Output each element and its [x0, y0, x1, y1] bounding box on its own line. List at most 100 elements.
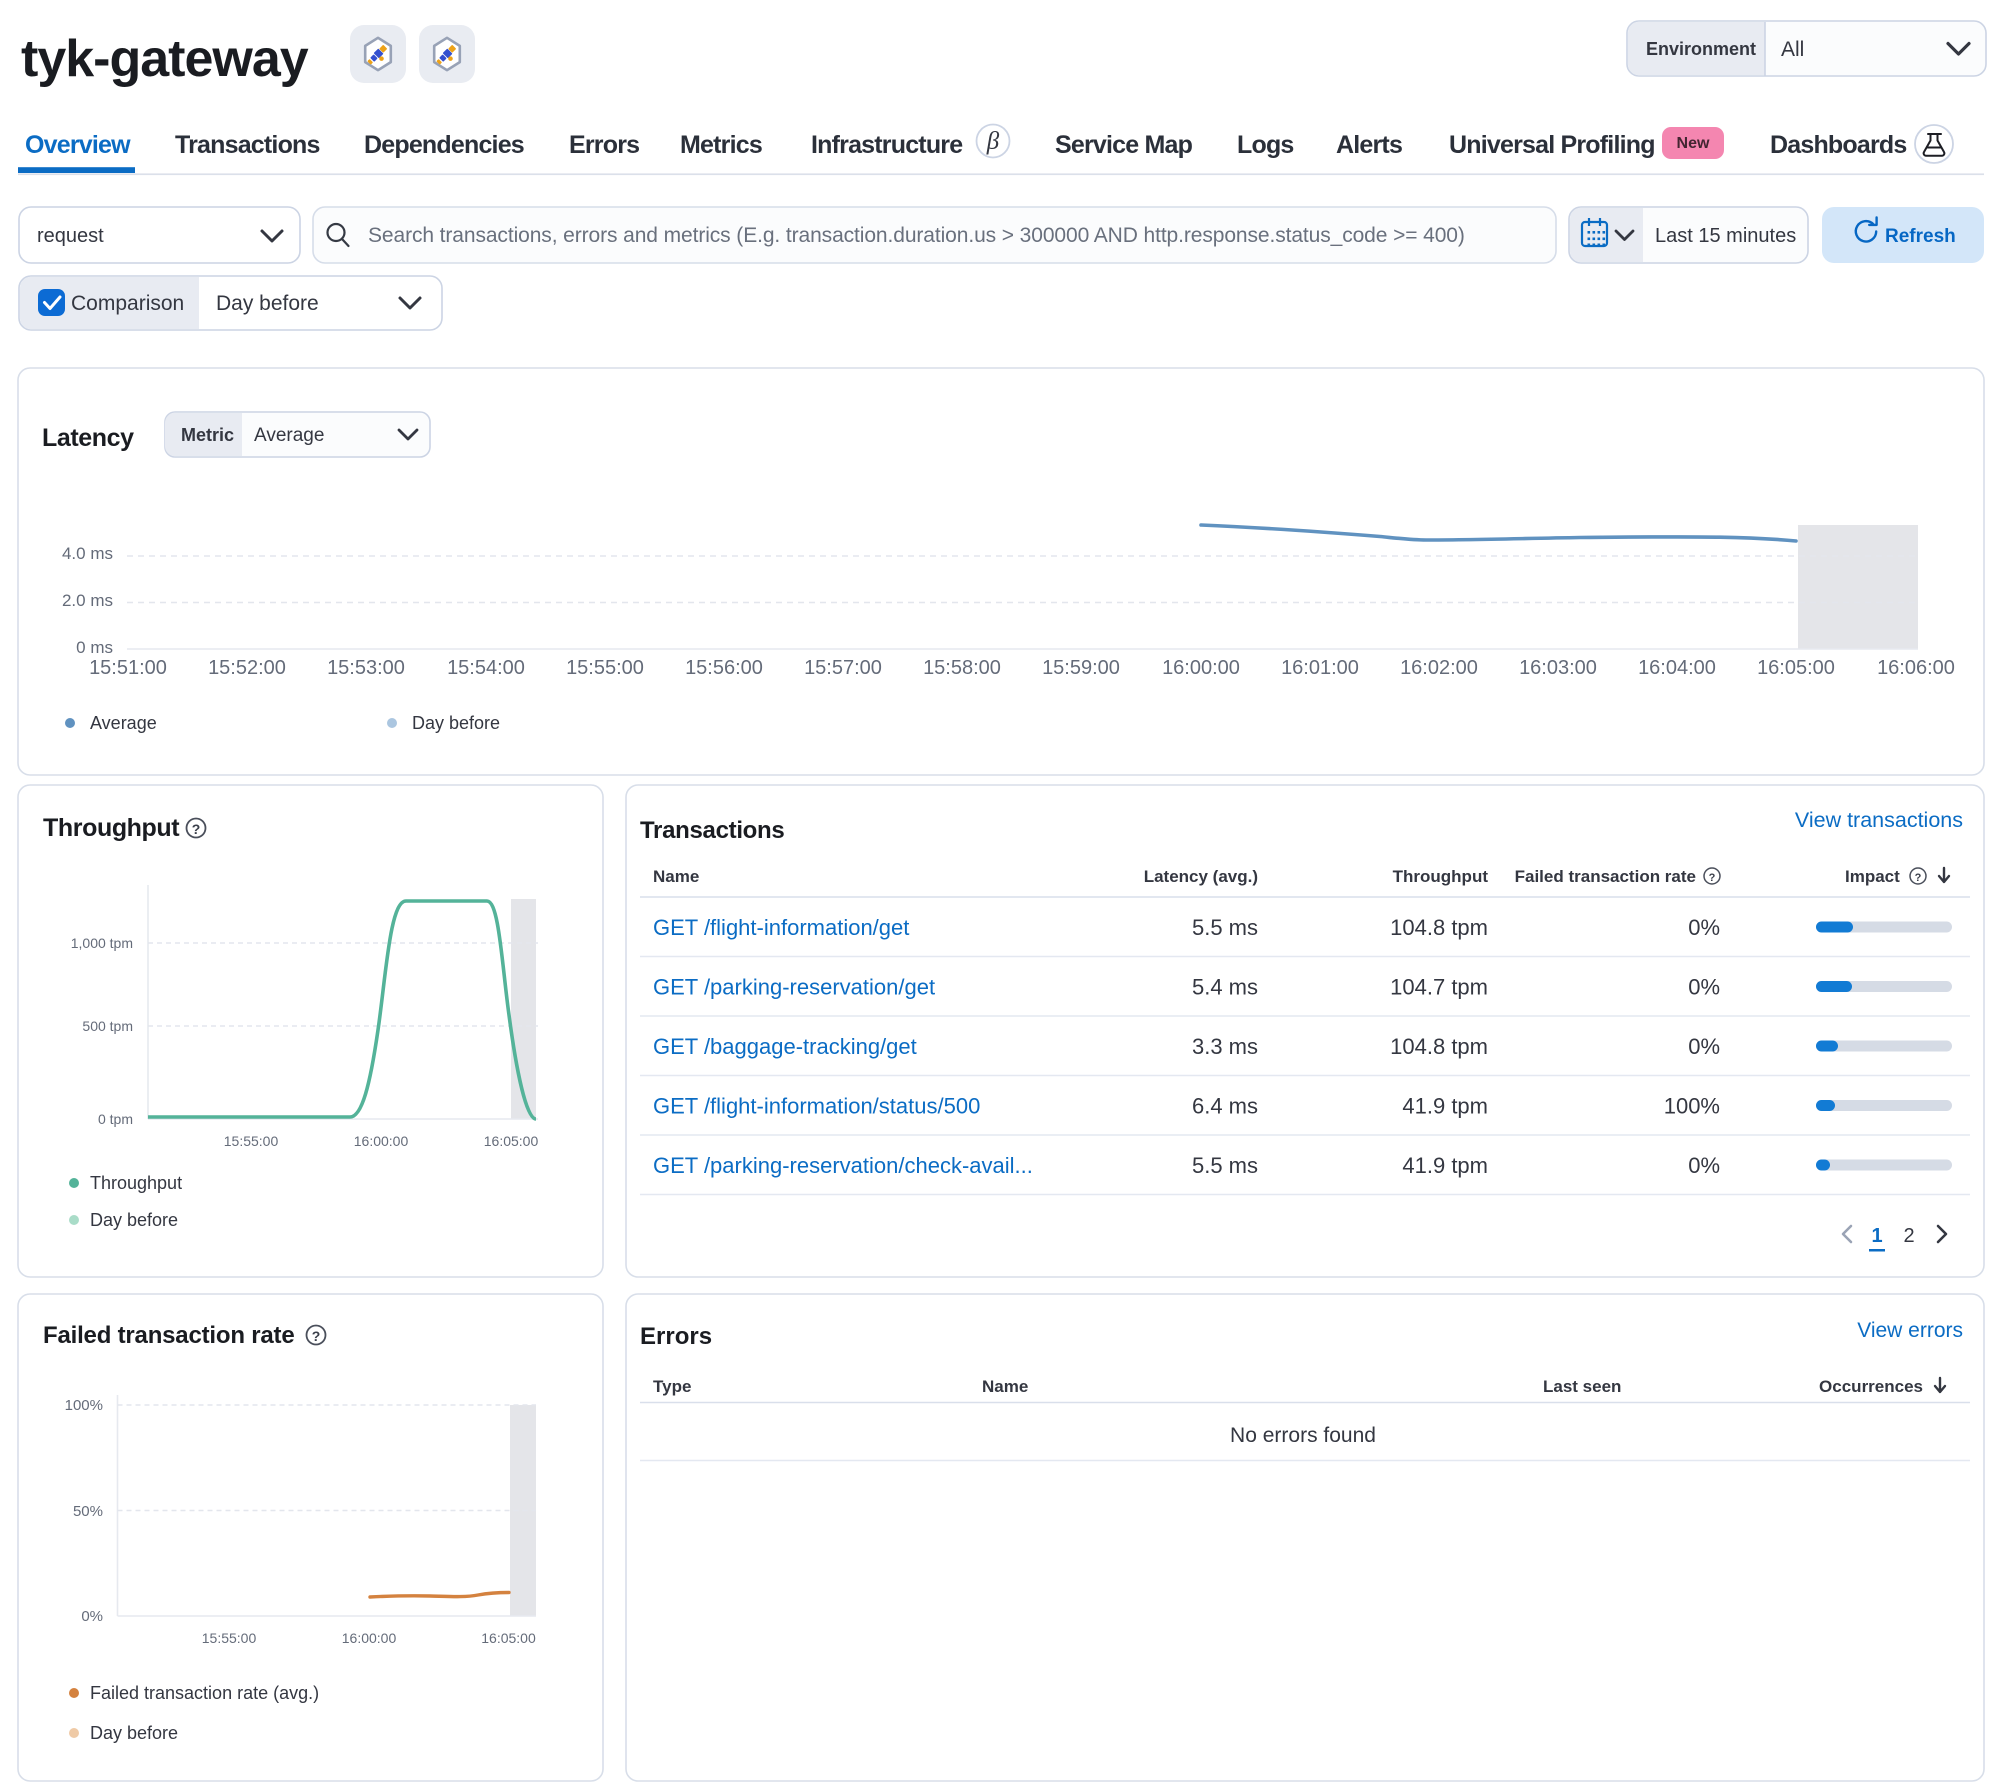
- svg-text:16:01:00: 16:01:00: [1281, 657, 1359, 679]
- svg-text:100%: 100%: [65, 1397, 103, 1414]
- svg-text:Average: Average: [90, 713, 157, 733]
- svg-text:1,000 tpm: 1,000 tpm: [71, 935, 133, 951]
- svg-text:15:58:00: 15:58:00: [923, 657, 1001, 679]
- svg-text:GET /flight-information/status: GET /flight-information/status/500: [653, 1094, 980, 1119]
- svg-text:View errors: View errors: [1857, 1319, 1963, 1342]
- svg-text:15:55:00: 15:55:00: [202, 1630, 257, 1646]
- svg-text:Day before: Day before: [216, 292, 319, 315]
- svg-text:Comparison: Comparison: [71, 292, 184, 315]
- svg-text:Logs: Logs: [1237, 131, 1294, 159]
- svg-text:Metric: Metric: [181, 425, 234, 445]
- svg-text:tyk-gateway: tyk-gateway: [21, 30, 309, 88]
- svg-text:Day before: Day before: [90, 1723, 178, 1743]
- svg-text:0%: 0%: [81, 1608, 103, 1625]
- svg-text:41.9 tpm: 41.9 tpm: [1402, 1153, 1488, 1178]
- svg-text:Errors: Errors: [640, 1323, 712, 1350]
- svg-text:41.9 tpm: 41.9 tpm: [1402, 1094, 1488, 1119]
- svg-text:Universal Profiling: Universal Profiling: [1449, 131, 1655, 159]
- svg-text:1: 1: [1871, 1225, 1882, 1247]
- svg-text:15:56:00: 15:56:00: [685, 657, 763, 679]
- svg-text:6.4 ms: 6.4 ms: [1192, 1094, 1258, 1119]
- svg-text:0%: 0%: [1688, 975, 1720, 1000]
- svg-text:16:06:00: 16:06:00: [1877, 657, 1955, 679]
- svg-text:16:00:00: 16:00:00: [1162, 657, 1240, 679]
- svg-text:Type: Type: [653, 1377, 691, 1396]
- svg-text:All: All: [1781, 38, 1804, 61]
- svg-text:16:05:00: 16:05:00: [1757, 657, 1835, 679]
- svg-text:Failed transaction rate: Failed transaction rate: [1515, 867, 1696, 886]
- svg-text:Overview: Overview: [25, 131, 131, 159]
- svg-text:5.5 ms: 5.5 ms: [1192, 1153, 1258, 1178]
- svg-text:50%: 50%: [73, 1503, 103, 1520]
- svg-text:View transactions: View transactions: [1795, 808, 1963, 832]
- svg-text:0 ms: 0 ms: [76, 638, 113, 657]
- svg-text:Service Map: Service Map: [1055, 131, 1193, 159]
- svg-text:Occurrences: Occurrences: [1819, 1377, 1923, 1396]
- svg-text:Throughput: Throughput: [43, 814, 180, 842]
- svg-text:104.8 tpm: 104.8 tpm: [1390, 915, 1488, 940]
- svg-text:Refresh: Refresh: [1885, 226, 1956, 247]
- svg-text:No errors found: No errors found: [1230, 1424, 1376, 1447]
- svg-text:500 tpm: 500 tpm: [82, 1018, 133, 1034]
- svg-text:New: New: [1677, 135, 1710, 152]
- svg-text:2: 2: [1903, 1225, 1914, 1247]
- svg-text:Latency: Latency: [42, 424, 134, 452]
- svg-text:Failed transaction rate: Failed transaction rate: [43, 1322, 294, 1349]
- svg-text:16:00:00: 16:00:00: [354, 1133, 409, 1149]
- svg-text:Dashboards: Dashboards: [1770, 131, 1906, 159]
- svg-text:Alerts: Alerts: [1336, 131, 1402, 159]
- svg-text:104.7 tpm: 104.7 tpm: [1390, 975, 1488, 1000]
- svg-text:Transactions: Transactions: [640, 817, 784, 844]
- svg-text:Last seen: Last seen: [1543, 1377, 1621, 1396]
- svg-text:16:05:00: 16:05:00: [484, 1133, 539, 1149]
- svg-text:Transactions: Transactions: [175, 131, 320, 159]
- svg-text:GET /parking-reservation/get: GET /parking-reservation/get: [653, 975, 935, 1000]
- svg-text:100%: 100%: [1664, 1094, 1720, 1119]
- svg-text:Impact: Impact: [1845, 867, 1900, 886]
- svg-text:Environment: Environment: [1646, 39, 1756, 59]
- svg-text:104.8 tpm: 104.8 tpm: [1390, 1034, 1488, 1059]
- svg-text:Latency (avg.): Latency (avg.): [1144, 867, 1258, 886]
- svg-text:GET /baggage-tracking/get: GET /baggage-tracking/get: [653, 1034, 917, 1059]
- svg-text:Infrastructure: Infrastructure: [811, 131, 963, 159]
- svg-text:Last 15 minutes: Last 15 minutes: [1655, 225, 1796, 247]
- svg-text:15:57:00: 15:57:00: [804, 657, 882, 679]
- svg-text:?: ?: [1915, 872, 1922, 884]
- svg-text:Failed transaction rate (avg.): Failed transaction rate (avg.): [90, 1683, 319, 1703]
- svg-text:request: request: [37, 225, 104, 247]
- svg-text:GET /flight-information/get: GET /flight-information/get: [653, 915, 909, 940]
- svg-text:15:54:00: 15:54:00: [447, 657, 525, 679]
- svg-text:GET /parking-reservation/check: GET /parking-reservation/check-avail...: [653, 1153, 1033, 1178]
- svg-text:0 tpm: 0 tpm: [98, 1111, 133, 1127]
- svg-text:5.5 ms: 5.5 ms: [1192, 915, 1258, 940]
- svg-text:0%: 0%: [1688, 1034, 1720, 1059]
- svg-text:0%: 0%: [1688, 915, 1720, 940]
- svg-text:15:55:00: 15:55:00: [566, 657, 644, 679]
- svg-text:2.0 ms: 2.0 ms: [62, 591, 113, 610]
- svg-text:Throughput: Throughput: [90, 1173, 182, 1193]
- svg-text:0%: 0%: [1688, 1153, 1720, 1178]
- svg-text:15:51:00: 15:51:00: [89, 657, 167, 679]
- svg-text:?: ?: [312, 1328, 321, 1344]
- svg-text:4.0 ms: 4.0 ms: [62, 544, 113, 563]
- svg-text:16:05:00: 16:05:00: [481, 1630, 536, 1646]
- svg-text:16:00:00: 16:00:00: [342, 1630, 397, 1646]
- svg-text:5.4 ms: 5.4 ms: [1192, 975, 1258, 1000]
- svg-text:15:59:00: 15:59:00: [1042, 657, 1120, 679]
- svg-text:Name: Name: [982, 1377, 1028, 1396]
- svg-text:?: ?: [1709, 872, 1716, 884]
- svg-text:Search transactions, errors an: Search transactions, errors and metrics …: [368, 224, 1465, 247]
- svg-text:Metrics: Metrics: [680, 131, 762, 159]
- svg-text:Throughput: Throughput: [1393, 867, 1489, 886]
- svg-text:15:55:00: 15:55:00: [224, 1133, 279, 1149]
- svg-text:15:53:00: 15:53:00: [327, 657, 405, 679]
- svg-text:?: ?: [192, 821, 201, 837]
- svg-text:Name: Name: [653, 867, 699, 886]
- svg-text:Day before: Day before: [412, 713, 500, 733]
- svg-text:16:03:00: 16:03:00: [1519, 657, 1597, 679]
- svg-text:Dependencies: Dependencies: [364, 131, 524, 159]
- svg-text:15:52:00: 15:52:00: [208, 657, 286, 679]
- svg-text:Day before: Day before: [90, 1210, 178, 1230]
- svg-text:16:02:00: 16:02:00: [1400, 657, 1478, 679]
- svg-text:3.3 ms: 3.3 ms: [1192, 1034, 1258, 1059]
